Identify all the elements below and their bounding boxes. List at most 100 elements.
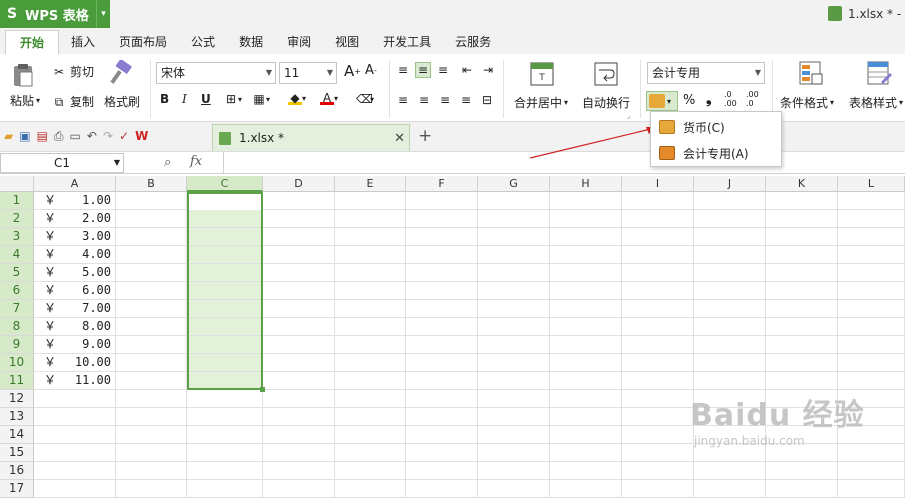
- cell-d5[interactable]: [263, 264, 335, 282]
- cell-b4[interactable]: [116, 246, 187, 264]
- cell-h4[interactable]: [550, 246, 622, 264]
- redo-icon[interactable]: ↷: [103, 129, 113, 144]
- paste-dropdown-icon[interactable]: ▾: [36, 96, 40, 105]
- cell-e17[interactable]: [335, 480, 406, 498]
- row-header[interactable]: 12: [0, 390, 34, 408]
- cell-j2[interactable]: [694, 210, 766, 228]
- cut-button[interactable]: ✂ 剪切: [52, 63, 94, 80]
- row-header[interactable]: 2: [0, 210, 34, 228]
- cell-g9[interactable]: [478, 336, 550, 354]
- wrap-text-icon[interactable]: [594, 62, 618, 86]
- cell-b3[interactable]: [116, 228, 187, 246]
- cell-l11[interactable]: [838, 372, 905, 390]
- cell-e8[interactable]: [335, 318, 406, 336]
- cell-j10[interactable]: [694, 354, 766, 372]
- tab-7[interactable]: 开发工具: [371, 30, 443, 54]
- cell-f8[interactable]: [406, 318, 478, 336]
- customize-quick-access-icon[interactable]: ✓: [119, 129, 129, 144]
- cell-d12[interactable]: [263, 390, 335, 408]
- cell-a15[interactable]: [34, 444, 116, 462]
- cell-c17[interactable]: [187, 480, 263, 498]
- column-header-j[interactable]: J: [694, 176, 766, 192]
- cell-l8[interactable]: [838, 318, 905, 336]
- cell-i9[interactable]: [622, 336, 694, 354]
- cell-g6[interactable]: [478, 282, 550, 300]
- cell-e13[interactable]: [335, 408, 406, 426]
- cell-i15[interactable]: [622, 444, 694, 462]
- column-header-h[interactable]: H: [550, 176, 622, 192]
- column-header-k[interactable]: K: [766, 176, 838, 192]
- column-header-b[interactable]: B: [116, 176, 187, 192]
- cell-k6[interactable]: [766, 282, 838, 300]
- cell-k9[interactable]: [766, 336, 838, 354]
- increase-decimal-button[interactable]: .0 .00: [724, 90, 737, 108]
- cell-h16[interactable]: [550, 462, 622, 480]
- row-header[interactable]: 6: [0, 282, 34, 300]
- cell-f5[interactable]: [406, 264, 478, 282]
- cell-j11[interactable]: [694, 372, 766, 390]
- copy-button[interactable]: ⧉ 复制: [52, 93, 94, 110]
- cell-h2[interactable]: [550, 210, 622, 228]
- cell-c7[interactable]: [187, 300, 263, 318]
- cell-g3[interactable]: [478, 228, 550, 246]
- cell-i12[interactable]: [622, 390, 694, 408]
- cell-a11[interactable]: ￥ 11.00: [34, 372, 116, 390]
- app-menu-button[interactable]: S WPS 表格 ▾: [0, 0, 110, 28]
- cell-f13[interactable]: [406, 408, 478, 426]
- row-header[interactable]: 13: [0, 408, 34, 426]
- cell-b10[interactable]: [116, 354, 187, 372]
- cell-d2[interactable]: [263, 210, 335, 228]
- cell-b9[interactable]: [116, 336, 187, 354]
- paste-button[interactable]: 粘贴 ▾: [10, 92, 40, 109]
- cell-d11[interactable]: [263, 372, 335, 390]
- cell-d7[interactable]: [263, 300, 335, 318]
- cell-c16[interactable]: [187, 462, 263, 480]
- cell-d17[interactable]: [263, 480, 335, 498]
- cell-e5[interactable]: [335, 264, 406, 282]
- cell-g4[interactable]: [478, 246, 550, 264]
- column-header-i[interactable]: I: [622, 176, 694, 192]
- cell-e7[interactable]: [335, 300, 406, 318]
- align-middle-button[interactable]: ≡: [415, 62, 431, 78]
- row-header[interactable]: 17: [0, 480, 34, 498]
- cell-e16[interactable]: [335, 462, 406, 480]
- cell-g11[interactable]: [478, 372, 550, 390]
- cell-b7[interactable]: [116, 300, 187, 318]
- font-color-button[interactable]: A ▾: [320, 91, 338, 105]
- fill-color-button[interactable]: ◆ ▾: [288, 91, 306, 105]
- tab-5[interactable]: 审阅: [275, 30, 323, 54]
- cell-f15[interactable]: [406, 444, 478, 462]
- cell-h8[interactable]: [550, 318, 622, 336]
- cell-g7[interactable]: [478, 300, 550, 318]
- close-tab-icon[interactable]: ✕: [394, 131, 405, 146]
- cell-k1[interactable]: [766, 192, 838, 210]
- row-header[interactable]: 5: [0, 264, 34, 282]
- cell-d13[interactable]: [263, 408, 335, 426]
- merge-center-button[interactable]: 合并居中 ▾: [514, 94, 568, 111]
- cell-j17[interactable]: [694, 480, 766, 498]
- cell-a12[interactable]: [34, 390, 116, 408]
- cell-f7[interactable]: [406, 300, 478, 318]
- cell-j3[interactable]: [694, 228, 766, 246]
- cell-c8[interactable]: [187, 318, 263, 336]
- table-style-icon[interactable]: [866, 60, 892, 88]
- italic-button[interactable]: I: [182, 92, 187, 106]
- cell-a9[interactable]: ￥ 9.00: [34, 336, 116, 354]
- column-header-c[interactable]: C: [187, 176, 263, 192]
- cell-f4[interactable]: [406, 246, 478, 264]
- fill-pattern-button[interactable]: ▦ ▾: [252, 92, 270, 106]
- cell-f14[interactable]: [406, 426, 478, 444]
- cell-k7[interactable]: [766, 300, 838, 318]
- decrease-decimal-button[interactable]: .00 .0: [746, 90, 759, 108]
- cell-e15[interactable]: [335, 444, 406, 462]
- cell-b2[interactable]: [116, 210, 187, 228]
- active-cell-c1[interactable]: [189, 194, 261, 210]
- cell-d15[interactable]: [263, 444, 335, 462]
- cell-h11[interactable]: [550, 372, 622, 390]
- document-tab[interactable]: 1.xlsx * ✕: [212, 124, 410, 151]
- percent-button[interactable]: %: [683, 93, 695, 108]
- app-menu-dropdown-icon[interactable]: ▾: [96, 0, 110, 28]
- cell-j9[interactable]: [694, 336, 766, 354]
- cell-i13[interactable]: [622, 408, 694, 426]
- cell-b16[interactable]: [116, 462, 187, 480]
